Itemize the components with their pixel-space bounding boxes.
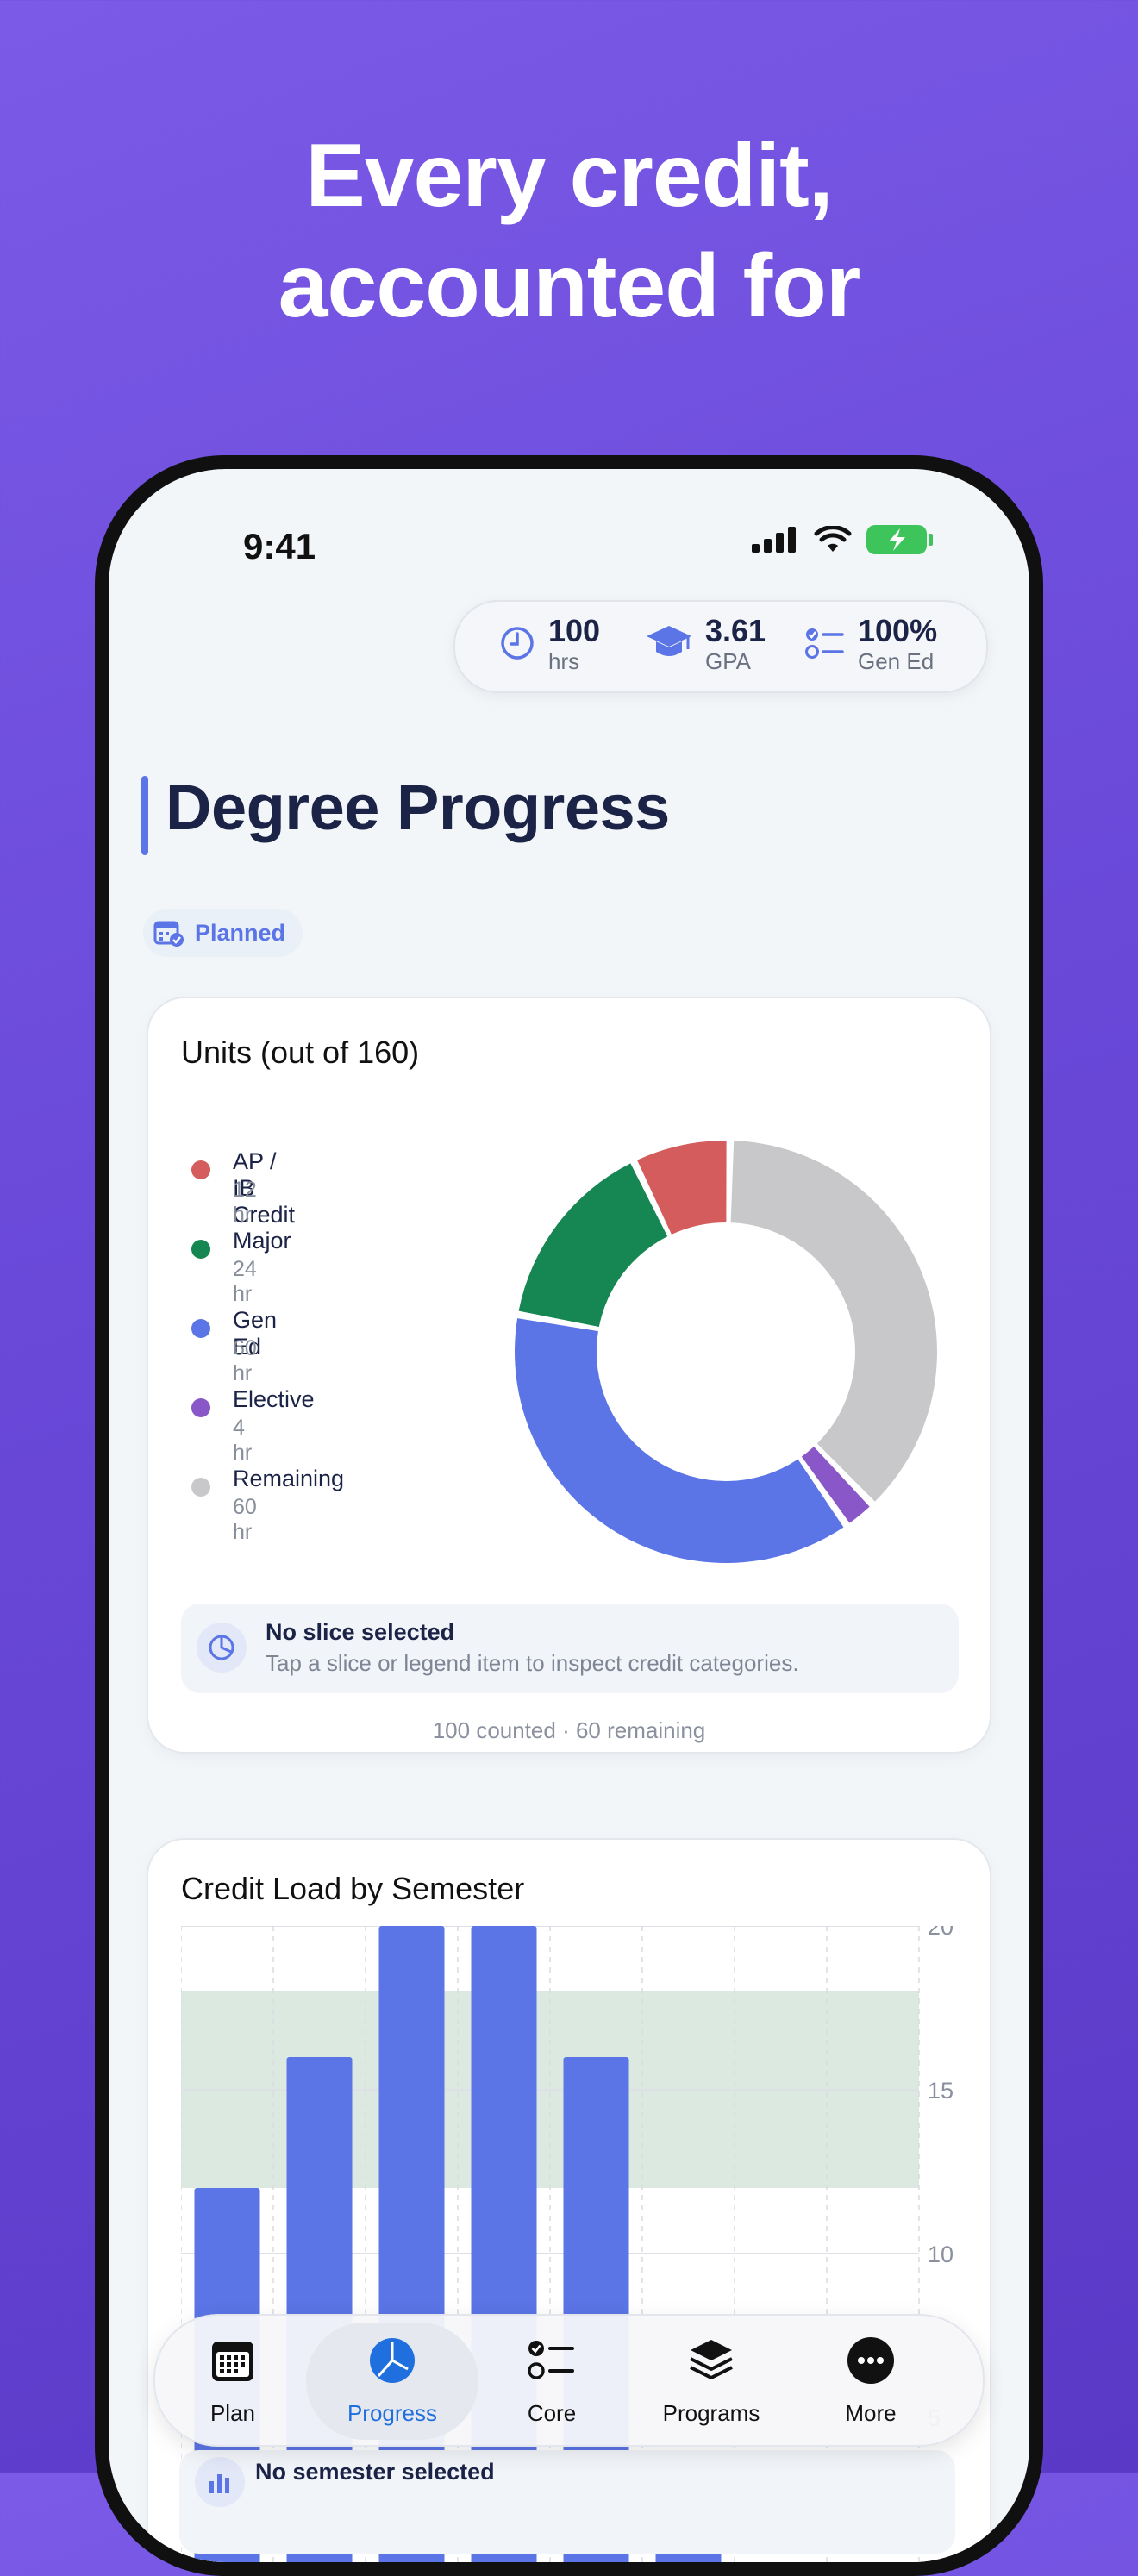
calendar-check-icon (153, 921, 184, 947)
bar-chart-icon (195, 2457, 245, 2507)
checklist-icon (528, 2341, 574, 2379)
units-counted-summary: 100 counted · 60 remaining (432, 1717, 706, 1743)
wifi-icon (814, 526, 852, 552)
stat-gpa-label: GPA (705, 648, 751, 674)
legend-name: Major (233, 1228, 291, 1254)
tab-more-label: More (845, 2400, 897, 2426)
stat-gened-value: 100% (858, 613, 938, 648)
signal-icon (752, 527, 796, 553)
layers-icon (690, 2340, 733, 2379)
semester-selection-box: No semester selected (179, 2450, 955, 2554)
tab-plan[interactable]: Plan (155, 2329, 310, 2433)
y-tick-label: 10 (928, 2241, 954, 2267)
page-title: Degree Progress (166, 772, 670, 843)
donut-slice-gen-ed[interactable] (515, 1318, 844, 1563)
more-icon (847, 2337, 894, 2384)
stat-gpa: 3.61 GPA (645, 614, 766, 674)
legend-dot (191, 1398, 210, 1417)
graduation-cap-icon (647, 626, 691, 656)
legend-dot (191, 1319, 210, 1338)
calendar-icon (212, 2342, 253, 2381)
pie-chart-icon (370, 2338, 415, 2383)
summary-stats-pill[interactable]: 100 hrs 3.61 GPA 100% Gen Ed (453, 600, 988, 693)
slice-selection-title: No slice selected (266, 1619, 455, 1645)
donut-slice-major[interactable] (518, 1163, 668, 1327)
stat-hours-value: 100 (548, 613, 601, 648)
stat-hours: 100 hrs (498, 614, 600, 674)
title-accent-bar (141, 776, 148, 855)
legend-value: 12 hr (233, 1178, 257, 1227)
tab-more[interactable]: More (793, 2329, 948, 2433)
credit-load-card-title: Credit Load by Semester (181, 1871, 525, 1906)
y-tick-label: 15 (928, 2078, 954, 2104)
battery-charging-icon (866, 525, 933, 554)
tab-programs-label: Programs (662, 2400, 760, 2426)
checklist-icon (805, 628, 844, 659)
stat-hours-label: hrs (548, 648, 580, 674)
status-icons (752, 524, 933, 555)
phone-screen: 9:41 100 hrs 3.61 GPA 100% Gen Ed Degree… (109, 469, 1029, 2562)
slice-selection-box: No slice selected Tap a slice or legend … (181, 1604, 959, 1693)
units-card-title: Units (out of 160) (181, 1035, 420, 1070)
stat-gened: 100% Gen Ed (804, 614, 937, 674)
headline: Every credit, accounted for (0, 121, 1138, 341)
planned-chip-label: Planned (195, 919, 286, 946)
stat-gpa-value: 3.61 (705, 613, 766, 648)
legend-value: 24 hr (233, 1257, 257, 1306)
slice-selection-hint: Tap a slice or legend item to inspect cr… (266, 1650, 799, 1676)
tab-core[interactable]: Core (474, 2329, 629, 2433)
clock-icon (501, 627, 534, 660)
stat-gened-label: Gen Ed (858, 648, 935, 674)
units-card: Units (out of 160) AP / IB Credit 12 hr … (147, 997, 991, 1754)
legend-dot (191, 1478, 210, 1497)
legend-value: 60 hr (233, 1495, 257, 1544)
y-tick-label: 20 (928, 1926, 954, 1940)
legend-dot (191, 1240, 210, 1259)
tab-core-label: Core (527, 2400, 577, 2426)
units-donut-chart[interactable] (493, 1119, 959, 1585)
legend-name: Elective (233, 1386, 315, 1412)
headline-line-2: accounted for (278, 236, 861, 336)
status-time: 9:41 (243, 526, 316, 566)
tab-programs[interactable]: Programs (634, 2329, 789, 2433)
phone-frame: 9:41 100 hrs 3.61 GPA 100% Gen Ed Degree… (95, 455, 1043, 2576)
pie-slice-icon-badge (197, 1623, 247, 1673)
legend-value: 60 hr (233, 1336, 257, 1385)
legend-value: 4 hr (233, 1416, 253, 1465)
donut-slice-remaining[interactable] (730, 1141, 937, 1502)
tab-progress[interactable]: Progress (306, 2323, 478, 2440)
tab-bar: Plan Progress Core Programs More (153, 2314, 985, 2447)
tab-progress-label: Progress (347, 2400, 438, 2426)
tab-plan-label: Plan (209, 2400, 256, 2426)
planned-filter-chip[interactable]: Planned (143, 909, 303, 957)
headline-line-1: Every credit, (305, 126, 833, 226)
legend-name: Remaining (233, 1466, 345, 1491)
legend-dot (191, 1160, 210, 1179)
pie-slice-icon (209, 1635, 234, 1660)
